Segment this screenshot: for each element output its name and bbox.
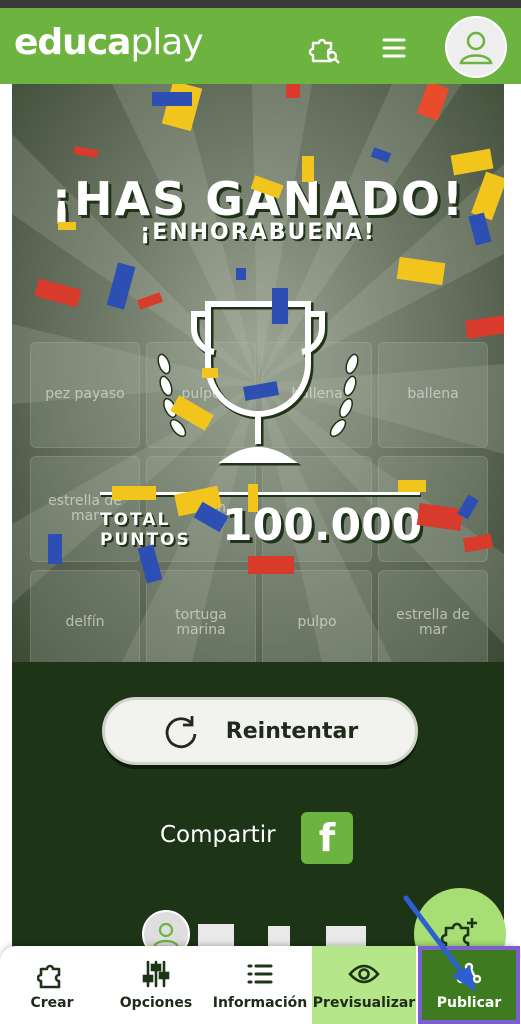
facebook-icon: f (318, 816, 336, 860)
menu-icon[interactable] (376, 30, 412, 66)
facebook-share-button[interactable]: f (301, 812, 353, 864)
retry-button-label: Reintentar (225, 718, 359, 744)
nav-previsualizar[interactable]: Previsualizar (312, 946, 416, 1024)
eye-icon (348, 964, 380, 984)
share-icon (456, 962, 482, 984)
puzzle-icon (37, 964, 61, 989)
bottom-navigation: Crear Opciones Información Previsualizar… (0, 946, 521, 1024)
top-app-bar: educaplay (0, 8, 521, 84)
game-result-panel: pez payaso pulpo ballena ballena estrell… (12, 84, 504, 662)
redacted-author-name (268, 926, 290, 946)
nav-opciones[interactable]: Opciones (104, 946, 208, 1024)
educaplay-logo[interactable]: educaplay (14, 22, 204, 63)
confetti-decoration (34, 84, 504, 584)
share-label: Compartir (160, 822, 276, 848)
user-avatar-icon[interactable] (445, 16, 507, 78)
puzzle-search-icon[interactable] (306, 30, 342, 66)
redacted-author-name (198, 924, 234, 946)
nav-informacion[interactable]: Información (208, 946, 312, 1024)
redacted-author-name (326, 926, 366, 946)
list-icon (247, 964, 273, 984)
status-bar (0, 0, 521, 8)
sliders-icon (142, 960, 170, 988)
refresh-icon (165, 716, 197, 749)
nav-crear[interactable]: Crear (0, 946, 104, 1024)
retry-button[interactable]: Reintentar (102, 697, 418, 765)
nav-publicar[interactable]: Publicar (418, 946, 520, 1024)
